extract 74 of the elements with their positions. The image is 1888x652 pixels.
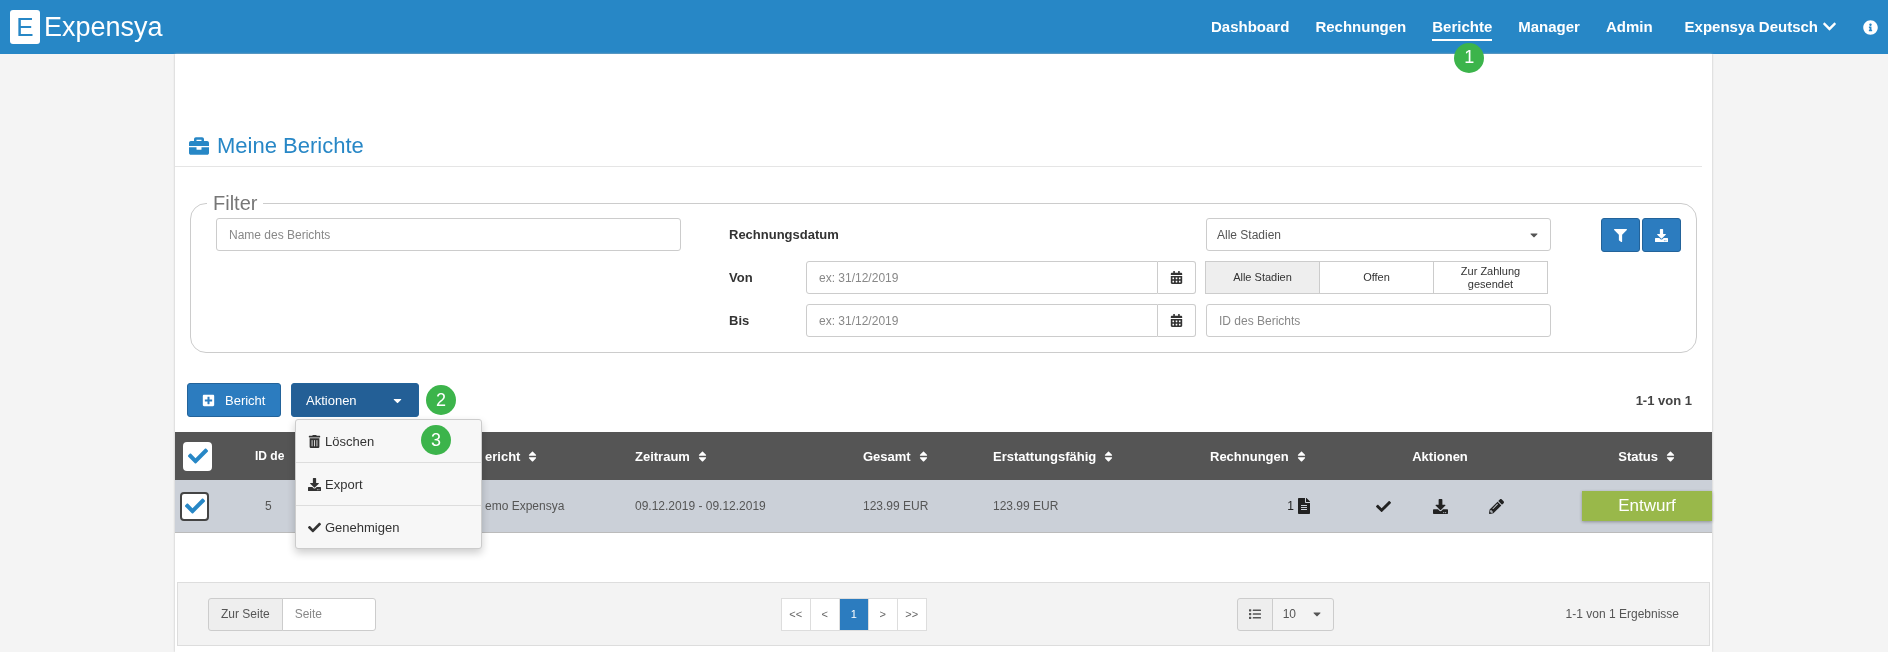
checkbox[interactable] bbox=[180, 491, 209, 521]
stage-button[interactable]: Offen bbox=[1319, 261, 1434, 294]
status-badge: Entwurf bbox=[1582, 491, 1712, 521]
field-label: Rechnungsdatum bbox=[729, 227, 839, 242]
nav-link[interactable]: Admin bbox=[1605, 13, 1653, 41]
pencil-icon[interactable] bbox=[1489, 498, 1505, 514]
column-header[interactable]: Rechnungen bbox=[1193, 448, 1340, 464]
menu-item[interactable]: Export bbox=[296, 462, 481, 505]
plus-icon bbox=[202, 393, 215, 407]
results-summary: 1-1 von 1 Ergebnisse bbox=[1565, 607, 1679, 621]
filter-button[interactable] bbox=[1601, 218, 1640, 252]
page-button[interactable]: << bbox=[780, 597, 811, 631]
document-icon[interactable] bbox=[1296, 498, 1312, 514]
table-cell-text: 123.99 EUR bbox=[993, 499, 1060, 513]
check-icon bbox=[184, 496, 205, 516]
menu-item[interactable]: Löschen 3 bbox=[296, 420, 481, 462]
column-header[interactable]: Gesamt bbox=[863, 448, 993, 464]
column-header[interactable]: ericht bbox=[485, 448, 635, 464]
menu-item[interactable]: Genehmigen bbox=[296, 505, 481, 548]
field-label: Bis bbox=[729, 313, 751, 328]
table-cell-text: 09.12.2019 - 09.12.2019 bbox=[635, 499, 767, 513]
input-field[interactable]: Name des Berichts bbox=[216, 218, 681, 251]
table-cell-text: 5 bbox=[264, 499, 273, 513]
sort-icon bbox=[1664, 449, 1677, 463]
column-header[interactable]: Zeitraum bbox=[635, 448, 863, 464]
page-button[interactable]: >> bbox=[896, 597, 927, 631]
result-count: 1-1 von 1 bbox=[1635, 392, 1692, 408]
nav-link[interactable]: Dashboard bbox=[1211, 13, 1290, 41]
download-icon bbox=[308, 477, 321, 491]
date-field[interactable]: ex: 31/12/2019 bbox=[806, 304, 1158, 337]
logo-icon: E bbox=[10, 10, 40, 44]
nav-link[interactable]: Rechnungen bbox=[1315, 13, 1407, 41]
page-title: Meine Berichte bbox=[217, 133, 364, 159]
language-menu[interactable]: Expensya Deutsch bbox=[1684, 13, 1837, 41]
step-marker: 1 bbox=[1454, 42, 1485, 73]
table-cell: 1 bbox=[1287, 499, 1294, 513]
table-cell-text: emo Expensya bbox=[485, 499, 566, 513]
calendar-icon bbox=[1170, 314, 1183, 327]
stage-select[interactable]: Alle Stadien bbox=[1206, 218, 1551, 251]
column-header[interactable]: Status bbox=[1540, 448, 1712, 464]
trash-icon bbox=[308, 434, 321, 448]
page-button[interactable]: 1 bbox=[838, 597, 869, 631]
column-header: ID de bbox=[255, 449, 286, 463]
check-icon bbox=[308, 520, 321, 534]
step-marker: 2 bbox=[426, 385, 456, 415]
briefcase-icon bbox=[189, 136, 209, 156]
page-button[interactable]: < bbox=[809, 597, 840, 631]
input-field[interactable]: Seite bbox=[281, 597, 376, 631]
input-field[interactable]: ID des Berichts bbox=[1206, 304, 1551, 337]
filter-icon bbox=[1614, 228, 1627, 242]
stage-button[interactable]: Alle Stadien bbox=[1205, 261, 1320, 294]
brand-name: Expensya bbox=[44, 11, 163, 43]
new-report-button[interactable]: Bericht bbox=[187, 383, 281, 417]
date-field[interactable]: ex: 31/12/2019 bbox=[806, 261, 1158, 294]
download-icon bbox=[1655, 228, 1668, 242]
column-header[interactable]: Erstattungsfähig bbox=[993, 448, 1193, 464]
goto-label: Zur Seite bbox=[208, 597, 283, 631]
download-icon[interactable] bbox=[1432, 498, 1448, 514]
check-icon bbox=[187, 446, 208, 466]
calendar-button[interactable] bbox=[1158, 304, 1196, 337]
page-size-select[interactable]: 10 bbox=[1271, 597, 1334, 631]
download-button[interactable] bbox=[1642, 218, 1681, 252]
nav-link[interactable]: Manager bbox=[1518, 13, 1580, 41]
table-cell-text: 123.99 EUR bbox=[863, 499, 930, 513]
calendar-icon bbox=[1170, 271, 1183, 284]
calendar-button[interactable] bbox=[1158, 261, 1196, 294]
info-icon[interactable] bbox=[1863, 19, 1878, 35]
step-marker: 3 bbox=[421, 425, 451, 455]
check-icon[interactable] bbox=[1375, 498, 1391, 514]
page-button[interactable]: > bbox=[867, 597, 898, 631]
stage-button[interactable]: Zur Zahlung gesendet bbox=[1433, 261, 1548, 294]
column-header: Aktionen bbox=[1411, 448, 1469, 464]
list-icon bbox=[1236, 597, 1273, 631]
field-label: Von bbox=[729, 270, 754, 285]
